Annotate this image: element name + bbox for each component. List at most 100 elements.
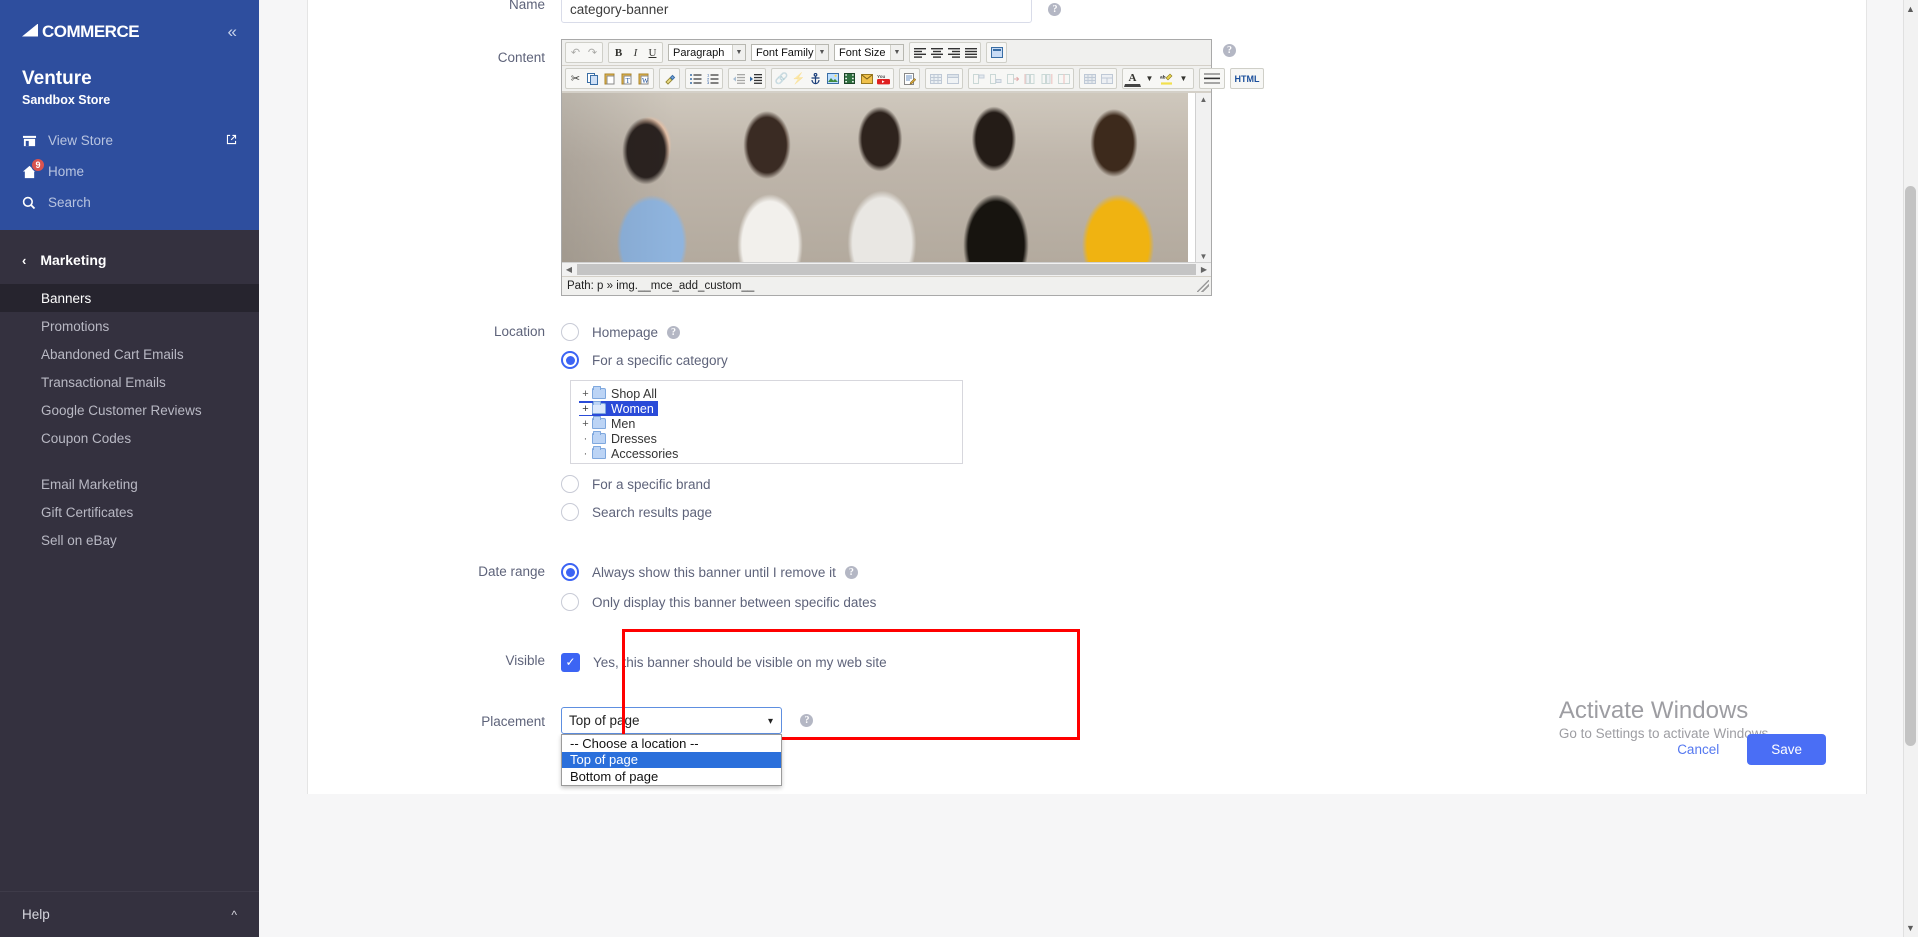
sidebar-item-email-marketing[interactable]: Email Marketing bbox=[0, 470, 259, 498]
cancel-button[interactable]: Cancel bbox=[1671, 741, 1725, 758]
location-option-homepage[interactable]: Homepage ? bbox=[561, 318, 1866, 346]
copy-icon[interactable] bbox=[584, 70, 601, 87]
align-left-icon[interactable] bbox=[911, 44, 928, 61]
font-color-button[interactable]: A bbox=[1124, 70, 1141, 87]
horizontal-rule-icon[interactable] bbox=[1201, 70, 1223, 87]
outdent-icon[interactable] bbox=[730, 70, 747, 87]
sidebar-item-home[interactable]: 9 Home bbox=[0, 156, 259, 187]
tree-expand-icon[interactable]: + bbox=[579, 388, 592, 400]
placement-option-choose[interactable]: -- Choose a location -- bbox=[562, 735, 781, 752]
align-center-icon[interactable] bbox=[928, 44, 945, 61]
insert-row-icon[interactable] bbox=[987, 70, 1004, 87]
editor-vertical-scrollbar[interactable]: ▲ ▼ bbox=[1195, 93, 1211, 262]
name-help-icon[interactable]: ? bbox=[1048, 2, 1062, 16]
align-right-icon[interactable] bbox=[945, 44, 962, 61]
radio-specific-dates[interactable] bbox=[561, 593, 579, 611]
table-grid-icon[interactable] bbox=[1081, 70, 1098, 87]
editor-body[interactable]: ▲ ▼ bbox=[562, 92, 1211, 262]
sidebar-help-button[interactable]: Help ^ bbox=[0, 891, 259, 937]
page-scrollbar[interactable]: ▲ ▼ bbox=[1903, 0, 1918, 937]
italic-button[interactable]: I bbox=[627, 44, 644, 61]
font-color-dropdown-icon[interactable]: ▼ bbox=[1141, 70, 1158, 87]
redo-icon[interactable]: ↷ bbox=[584, 44, 601, 61]
sidebar-section-marketing[interactable]: ‹ Marketing bbox=[0, 236, 259, 284]
background-color-button[interactable]: ab bbox=[1158, 70, 1175, 87]
table-properties-icon[interactable] bbox=[944, 70, 961, 87]
align-justify-icon[interactable] bbox=[962, 44, 979, 61]
tree-node[interactable]: + Women bbox=[579, 401, 658, 416]
radio-homepage[interactable] bbox=[561, 323, 579, 341]
placement-help-icon[interactable]: ? bbox=[800, 714, 814, 727]
row-properties-icon[interactable] bbox=[970, 70, 987, 87]
tree-node[interactable]: · Accessories bbox=[579, 446, 962, 461]
font-size-select[interactable]: Font Size ▼ bbox=[834, 44, 904, 61]
tree-node[interactable]: + Shop All bbox=[579, 386, 962, 401]
paste-as-text-icon[interactable]: T bbox=[618, 70, 635, 87]
html-button[interactable]: HTML bbox=[1232, 70, 1262, 87]
youtube-icon[interactable]: You bbox=[875, 70, 892, 87]
edit-icon[interactable] bbox=[901, 70, 918, 87]
format-select[interactable]: Paragraph ▼ bbox=[668, 44, 746, 61]
insert-column-before-icon[interactable] bbox=[1021, 70, 1038, 87]
media-icon[interactable] bbox=[841, 70, 858, 87]
cut-icon[interactable]: ✂ bbox=[567, 70, 584, 87]
sidebar-item-transactional-emails[interactable]: Transactional Emails bbox=[0, 368, 259, 396]
sidebar-item-search[interactable]: Search bbox=[0, 187, 259, 218]
sidebar-item-gift-certificates[interactable]: Gift Certificates bbox=[0, 498, 259, 526]
sidebar-item-sell-on-ebay[interactable]: Sell on eBay bbox=[0, 526, 259, 554]
homepage-help-icon[interactable]: ? bbox=[667, 325, 681, 339]
tree-expand-icon[interactable]: + bbox=[579, 418, 592, 430]
paste-icon[interactable] bbox=[601, 70, 618, 87]
scroll-left-icon[interactable]: ◀ bbox=[562, 265, 576, 274]
visible-checkbox-row[interactable]: ✓ Yes, this banner should be visible on … bbox=[561, 648, 1866, 676]
indent-icon[interactable] bbox=[747, 70, 764, 87]
sidebar-collapse-icon[interactable]: « bbox=[228, 22, 237, 42]
placement-dropdown-list[interactable]: -- Choose a location -- Top of page Bott… bbox=[561, 734, 782, 786]
placement-option-bottom[interactable]: Bottom of page bbox=[562, 768, 781, 785]
cleanup-icon[interactable] bbox=[661, 70, 678, 87]
scroll-down-icon[interactable]: ▼ bbox=[1200, 250, 1208, 262]
location-option-search-results[interactable]: Search results page bbox=[561, 498, 1866, 526]
save-button[interactable]: Save bbox=[1747, 734, 1826, 765]
placement-option-top[interactable]: Top of page bbox=[562, 751, 781, 768]
table-icon[interactable] bbox=[927, 70, 944, 87]
radio-specific-brand[interactable] bbox=[561, 475, 579, 493]
undo-icon[interactable]: ↶ bbox=[567, 44, 584, 61]
radio-search-results[interactable] bbox=[561, 503, 579, 521]
image-icon[interactable] bbox=[824, 70, 841, 87]
font-family-select[interactable]: Font Family ▼ bbox=[751, 44, 829, 61]
fullscreen-icon[interactable] bbox=[988, 44, 1005, 61]
unlink-icon[interactable]: ⚡ bbox=[790, 70, 807, 87]
cell-properties-icon[interactable] bbox=[1055, 70, 1072, 87]
paste-from-word-icon[interactable]: W bbox=[635, 70, 652, 87]
tree-expand-icon[interactable]: + bbox=[579, 402, 592, 415]
location-option-specific-category[interactable]: For a specific category bbox=[561, 346, 1866, 374]
tree-node[interactable]: · Dresses bbox=[579, 431, 962, 446]
sidebar-item-coupon-codes[interactable]: Coupon Codes bbox=[0, 424, 259, 452]
underline-button[interactable]: U bbox=[644, 44, 661, 61]
merge-cells-icon[interactable] bbox=[1098, 70, 1115, 87]
radio-always-show[interactable] bbox=[561, 563, 579, 581]
page-scroll-down-icon[interactable]: ▼ bbox=[1905, 923, 1916, 933]
anchor-icon[interactable] bbox=[807, 70, 824, 87]
location-option-specific-brand[interactable]: For a specific brand bbox=[561, 470, 1866, 498]
visible-checkbox[interactable]: ✓ bbox=[561, 652, 580, 672]
scroll-up-icon[interactable]: ▲ bbox=[1200, 93, 1208, 106]
editor-resize-handle[interactable] bbox=[1197, 280, 1209, 292]
date-range-option-always[interactable]: Always show this banner until I remove i… bbox=[561, 558, 1866, 586]
name-input[interactable] bbox=[561, 0, 1032, 23]
email-icon[interactable] bbox=[858, 70, 875, 87]
editor-hscroll-thumb[interactable] bbox=[577, 264, 1196, 275]
delete-column-icon[interactable] bbox=[1004, 70, 1021, 87]
banner-image[interactable] bbox=[562, 93, 1188, 262]
page-scroll-thumb[interactable] bbox=[1905, 186, 1916, 746]
date-range-help-icon[interactable]: ? bbox=[844, 565, 858, 579]
sidebar-item-view-store[interactable]: View Store bbox=[0, 125, 259, 156]
link-icon[interactable]: 🔗 bbox=[773, 70, 790, 87]
bigcommerce-logo[interactable]: COMMERCE bbox=[22, 22, 140, 42]
category-tree[interactable]: + Shop All + Women + Men · Dresses · Acc… bbox=[570, 380, 963, 464]
date-range-option-specific-dates[interactable]: Only display this banner between specifi… bbox=[561, 588, 1866, 616]
numbered-list-icon[interactable]: 123 bbox=[704, 70, 721, 87]
tree-node[interactable]: + Men bbox=[579, 416, 962, 431]
bold-button[interactable]: B bbox=[610, 44, 627, 61]
